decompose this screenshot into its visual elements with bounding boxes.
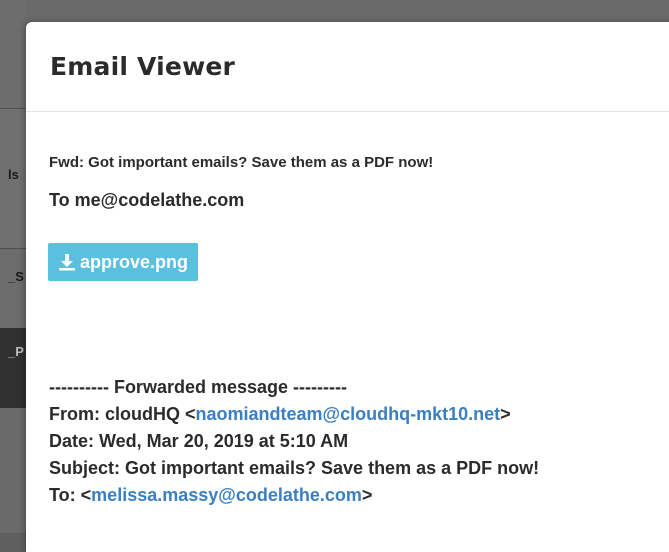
modal-title: Email Viewer [50,52,236,81]
from-line: From: cloudHQ <naomiandteam@cloudhq-mkt1… [49,401,539,428]
background-panel: ls [0,108,26,249]
to-prefix: To: < [49,485,92,505]
email-body: ---------- Forwarded message --------- F… [49,374,539,509]
email-subject: Fwd: Got important emails? Save them as … [49,154,434,171]
background-text-fragment: _P [8,344,24,359]
background-text-fragment: _S [8,269,24,284]
attachment-download-button[interactable]: approve.png [48,243,199,281]
email-viewer-modal: Email Viewer Fwd: Got important emails? … [26,22,669,552]
to-email-link[interactable]: melissa.massy@codelathe.com [91,485,362,505]
background-panel [0,408,26,533]
date-line: Date: Wed, Mar 20, 2019 at 5:10 AM [49,431,349,451]
email-recipient: To me@codelathe.com [49,190,245,210]
modal-header: Email Viewer [26,22,669,112]
background-panel: _S [0,248,26,329]
from-prefix: From: cloudHQ < [49,404,196,424]
from-suffix: > [500,404,511,424]
background-panel: _P [0,328,26,408]
forward-header: ---------- Forwarded message --------- [49,377,347,397]
to-suffix: > [361,485,373,505]
download-icon [58,253,76,271]
attachment-filename: approve.png [80,251,189,272]
subject-line: Subject: Got important emails? Save them… [49,458,540,478]
to-line: To: <melissa.massy@codelathe.com> [49,482,539,509]
background-text-fragment: ls [8,167,19,182]
from-email-link[interactable]: naomiandteam@cloudhq-mkt10.net [196,404,501,424]
background-panel [0,0,26,108]
